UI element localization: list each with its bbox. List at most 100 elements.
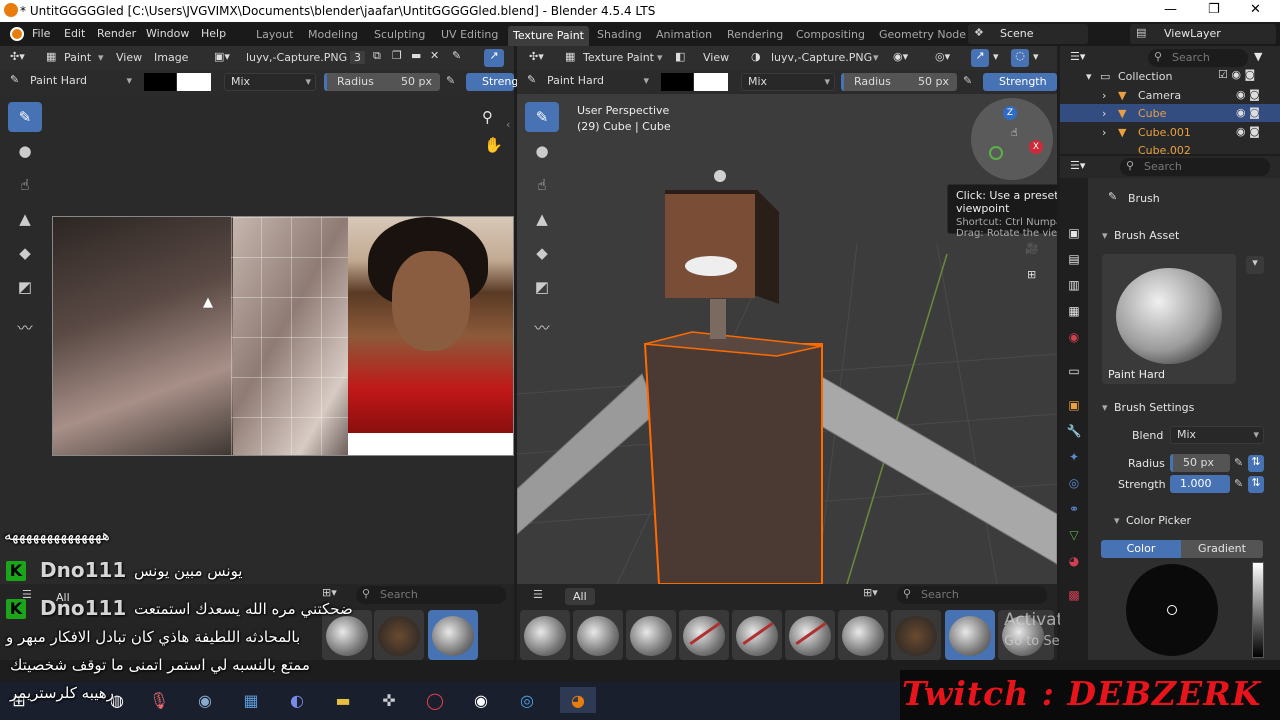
- brush-asset-menu-icon[interactable]: ▾: [1246, 256, 1264, 274]
- pin-icon[interactable]: ✎: [452, 49, 461, 62]
- viewport-radius-pressure-icon[interactable]: ✎: [963, 74, 972, 87]
- game-controller-icon[interactable]: ✜: [376, 687, 402, 713]
- image-strength-field[interactable]: Streng: [466, 73, 518, 91]
- viewport-area[interactable]: User Perspective (29) Cube | Cube ✎ ● ☝ …: [517, 94, 1057, 584]
- cube-row-chevron-icon[interactable]: ›: [1102, 107, 1106, 125]
- primary-color-swatch[interactable]: [144, 73, 176, 91]
- brush-asset-label[interactable]: Brush Asset: [1114, 229, 1179, 242]
- viewport-mode-dropdown[interactable]: Texture Paint: [583, 51, 654, 64]
- brush-thumb[interactable]: [322, 610, 372, 660]
- texture-tab-icon[interactable]: ▩: [1064, 588, 1084, 606]
- outliner-item-cube002[interactable]: Cube.002: [1138, 144, 1191, 154]
- copy-image-icon[interactable]: ❐: [392, 49, 402, 62]
- vp-draw-tool-icon[interactable]: ✎: [525, 102, 559, 132]
- sidebar-toggle-icon[interactable]: ‹: [506, 118, 510, 131]
- image-browse-icon[interactable]: ▣▾: [214, 50, 230, 63]
- brush-thumb[interactable]: [520, 610, 570, 660]
- viewport-radius-field[interactable]: Radius 50 px: [841, 73, 957, 91]
- image-mode-dropdown[interactable]: Paint: [64, 51, 91, 64]
- secondary-color-swatch[interactable]: [177, 73, 211, 91]
- cube001-visibility-icon[interactable]: ◉ ◙: [1236, 125, 1260, 143]
- blend-dropdown[interactable]: Mix ▾: [1170, 426, 1264, 444]
- zoom-icon[interactable]: ⚲: [482, 108, 493, 126]
- clone-tool-icon[interactable]: ▲: [8, 204, 42, 234]
- gizmo-y-axis[interactable]: [989, 146, 1003, 160]
- strength-field[interactable]: 1.000: [1170, 475, 1230, 493]
- outliner-search[interactable]: ⚲ Search: [1148, 49, 1248, 67]
- store-icon[interactable]: ▦: [238, 687, 264, 713]
- color-picker-label[interactable]: Color Picker: [1126, 514, 1191, 527]
- color-picker-chevron-icon[interactable]: ▾: [1114, 514, 1120, 527]
- discord-icon[interactable]: ◐: [284, 687, 310, 713]
- outliner-filter-icon[interactable]: ▼: [1254, 50, 1262, 63]
- camera-view-icon[interactable]: 🎥: [1025, 242, 1039, 255]
- image-blend-dropdown[interactable]: Mix ▾: [224, 73, 316, 91]
- render-tab-icon[interactable]: ▤: [1064, 252, 1084, 270]
- brush-settings-chevron-icon[interactable]: ▾: [1102, 401, 1108, 414]
- properties-type-icon[interactable]: ☰▾: [1070, 159, 1085, 172]
- brush-thumb[interactable]: [679, 610, 729, 660]
- mask-tool-icon[interactable]: ◩: [8, 272, 42, 302]
- podcast-icon[interactable]: ◉: [192, 687, 218, 713]
- viewport-strength-field[interactable]: Strength: [983, 73, 1057, 91]
- view-layer-tab-icon[interactable]: ▦: [1064, 304, 1084, 322]
- brush-settings-label[interactable]: Brush Settings: [1114, 401, 1194, 414]
- brush-thumb[interactable]: [732, 610, 782, 660]
- scene-selector[interactable]: ❖ Scene: [968, 24, 1088, 44]
- data-tab-icon[interactable]: ▽: [1064, 528, 1084, 546]
- gizmo-x-axis[interactable]: X: [1029, 140, 1043, 154]
- maximize-button[interactable]: ❐: [1208, 2, 1220, 17]
- open-folder-icon[interactable]: ▬: [411, 49, 421, 62]
- modifier-tab-icon[interactable]: 🔧: [1064, 424, 1084, 442]
- image-name-field[interactable]: luyv,-Capture.PNG: [246, 51, 347, 64]
- vp-fill-tool-icon[interactable]: ◆: [525, 238, 559, 268]
- image-view-menu[interactable]: View: [116, 51, 142, 64]
- gizmo-toggle-icon[interactable]: ↗: [971, 49, 989, 67]
- scene-tab-icon[interactable]: ◉: [1064, 330, 1084, 348]
- editor-type-icon[interactable]: ✣▾: [10, 50, 25, 63]
- world-tab-icon[interactable]: ▭: [1064, 364, 1084, 382]
- overlay-toggle-icon[interactable]: ◌: [1011, 49, 1029, 67]
- outliner-item-cube[interactable]: Cube: [1138, 107, 1166, 125]
- blender-menu-icon[interactable]: [10, 27, 24, 41]
- viewlayer-selector[interactable]: ▤ ViewLayer: [1130, 24, 1276, 44]
- image-all-filter[interactable]: All: [56, 591, 70, 604]
- image-brush-dropdown[interactable]: Paint Hard ▾: [24, 73, 136, 91]
- brush-thumb-selected[interactable]: [945, 610, 995, 660]
- collection-chevron-icon[interactable]: ▾: [1086, 70, 1092, 88]
- smear-tool-icon[interactable]: ☝: [8, 170, 42, 200]
- workspace-tab-animation[interactable]: Animation: [656, 28, 712, 41]
- cube-visibility-icon[interactable]: ◉ ◙: [1236, 106, 1260, 124]
- workspace-tab-shading[interactable]: Shading: [597, 28, 642, 41]
- viewport-brush-dropdown[interactable]: Paint Hard ▾: [541, 73, 653, 91]
- gizmo-chevron-icon[interactable]: ▾: [993, 50, 999, 63]
- menu-edit[interactable]: Edit: [64, 27, 85, 40]
- vp-soften-tool-icon[interactable]: ●: [525, 136, 559, 166]
- navigation-gizmo[interactable]: Z X ☝: [971, 98, 1053, 180]
- vp-mask-tool-icon[interactable]: ◩: [525, 272, 559, 302]
- minimize-button[interactable]: —: [1164, 2, 1177, 17]
- image-grid-view-icon[interactable]: ⊞▾: [322, 586, 337, 599]
- viewport-secondary-color-swatch[interactable]: [694, 73, 728, 91]
- gizmo-z-axis[interactable]: Z: [1003, 106, 1017, 120]
- shading-dot-icon[interactable]: ◉▾: [893, 50, 908, 63]
- brush-thumb[interactable]: [891, 610, 941, 660]
- gradient-tab-button[interactable]: Gradient: [1181, 540, 1263, 558]
- radius-unit-toggle-icon[interactable]: ⇅: [1248, 455, 1264, 472]
- color-wheel-cursor[interactable]: [1167, 605, 1177, 615]
- image-asset-search[interactable]: ⚲ Search: [356, 586, 506, 604]
- brush-thumb[interactable]: [785, 610, 835, 660]
- menu-window[interactable]: Window: [146, 27, 189, 40]
- vp-clone-tool-icon[interactable]: ▲: [525, 204, 559, 234]
- object-tab-icon[interactable]: ▣: [1064, 398, 1084, 416]
- image-users-count[interactable]: 3: [350, 51, 365, 64]
- strength-pressure-toggle-icon[interactable]: ✎: [1234, 477, 1243, 490]
- vp-smear-tool-icon[interactable]: ☝: [525, 170, 559, 200]
- blender-taskbar-icon[interactable]: ◕: [560, 687, 596, 713]
- workspace-tab-texture-paint[interactable]: Texture Paint: [508, 26, 589, 46]
- color-wheel[interactable]: [1126, 564, 1218, 656]
- outliner-type-icon[interactable]: ☰▾: [1070, 50, 1085, 63]
- image-list-menu-icon[interactable]: ☰: [22, 588, 32, 601]
- brush-thumb[interactable]: [626, 610, 676, 660]
- file-explorer-icon[interactable]: ▬: [330, 687, 356, 713]
